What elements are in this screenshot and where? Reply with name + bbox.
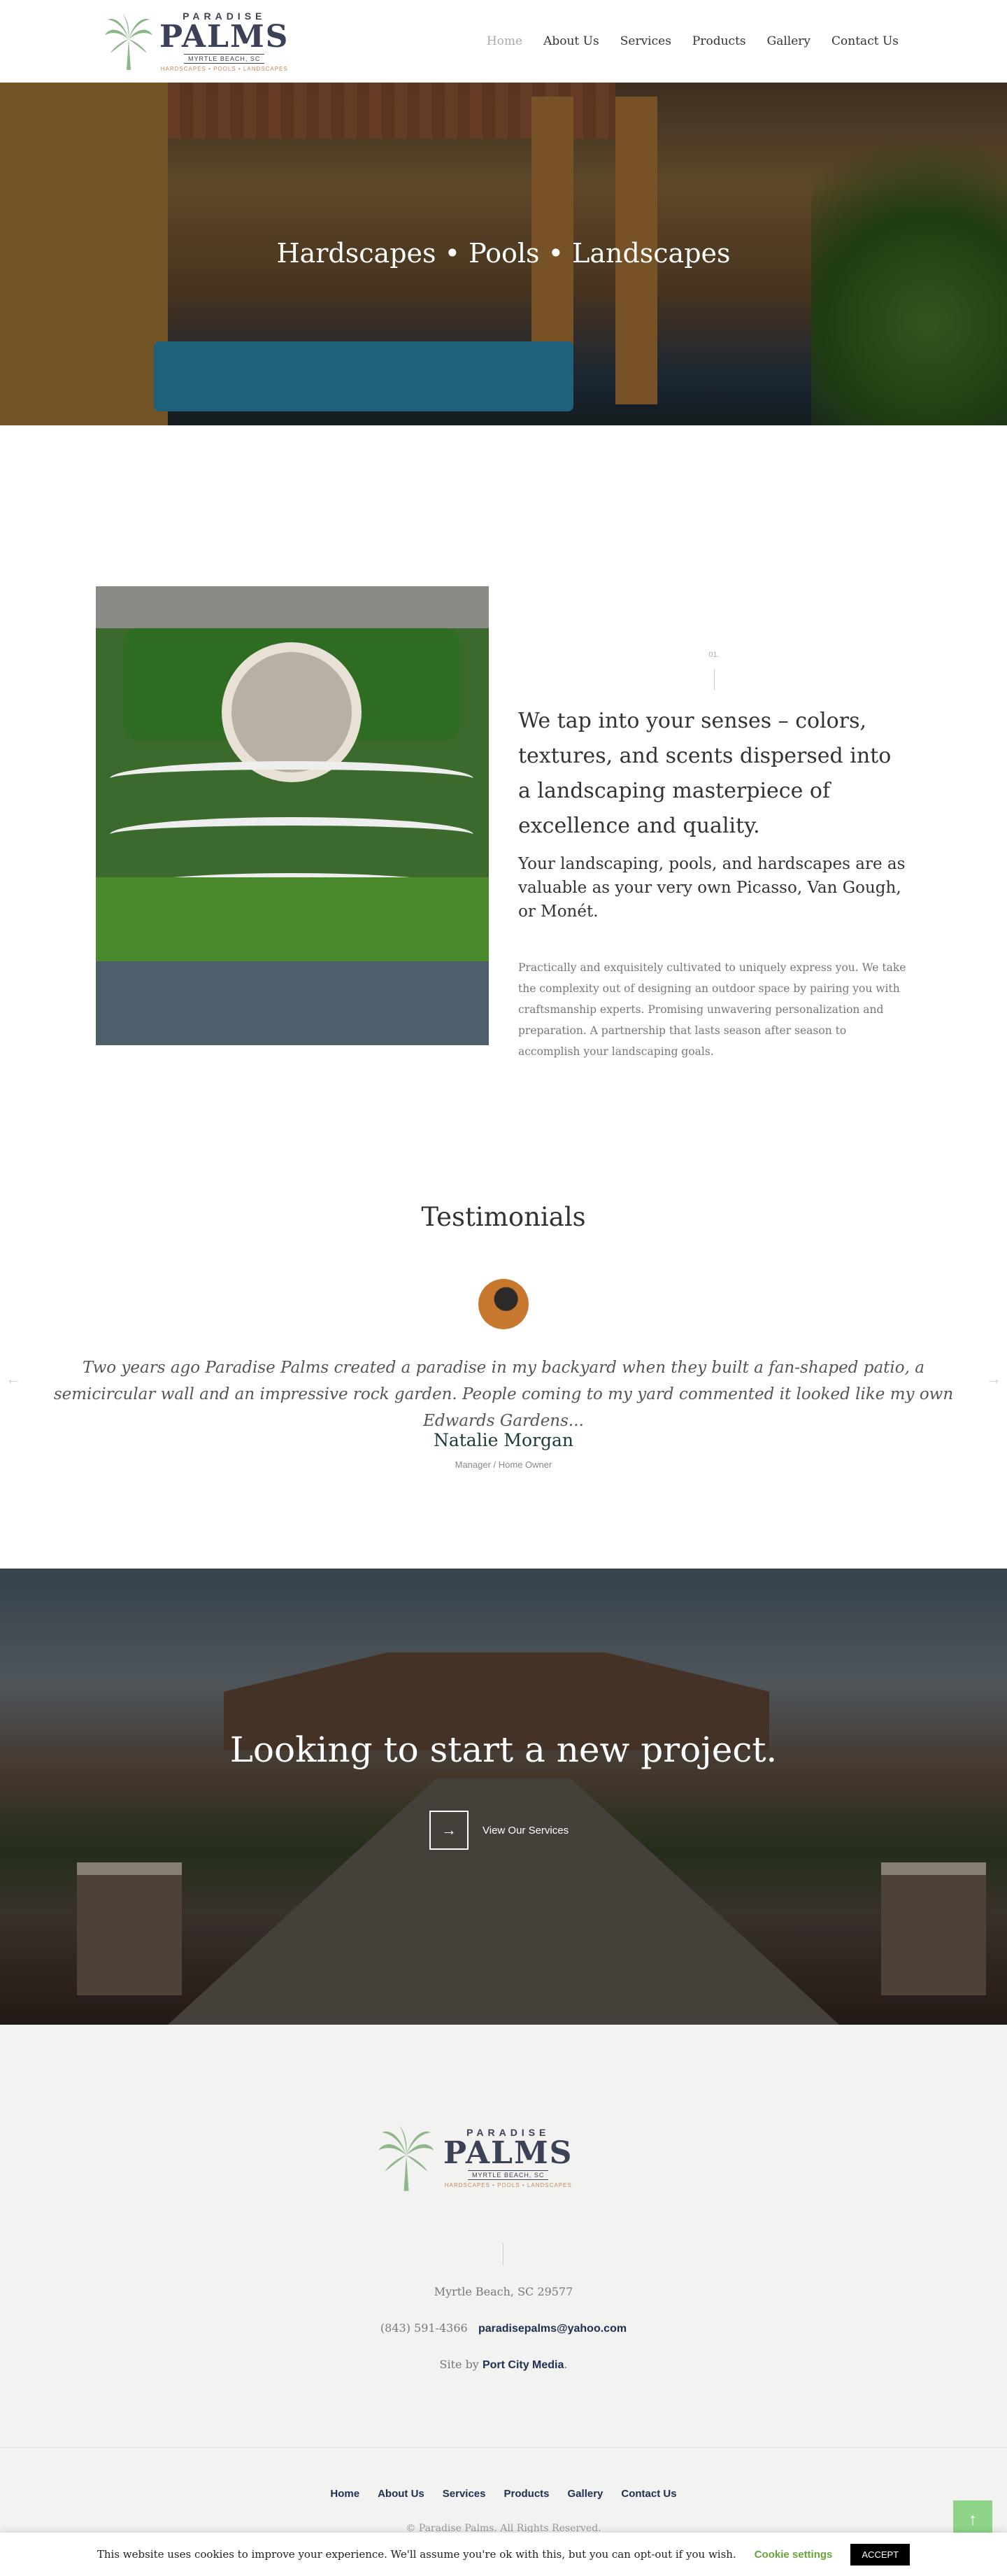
logo-location: MYRTLE BEACH, SC <box>468 2170 549 2180</box>
cookie-accept-button[interactable]: ACCEPT <box>850 2543 910 2566</box>
footer-logo[interactable]: PARADISE PALMS MYRTLE BEACH, SC HARDSCAP… <box>375 2123 573 2193</box>
section-divider <box>713 669 715 690</box>
about-lead: We tap into your senses – colors, textur… <box>518 709 892 838</box>
nav-about-us[interactable]: About Us <box>543 34 599 48</box>
logo-location: MYRTLE BEACH, SC <box>184 54 265 64</box>
site-header: PARADISE PALMS MYRTLE BEACH, SC HARDSCAP… <box>0 0 1007 83</box>
next-arrow-icon[interactable]: → <box>986 1370 1001 1388</box>
cta-banner: Looking to start a new project. → View O… <box>0 1569 1007 2025</box>
testimonial-author: Natalie Morgan <box>433 1430 574 1450</box>
about-section: 01. We tap into your senses – colors, te… <box>518 651 910 1062</box>
testimonial-role: Manager / Home Owner <box>455 1459 552 1470</box>
footer-nav-gallery[interactable]: Gallery <box>568 2488 604 2500</box>
nav-gallery[interactable]: Gallery <box>767 34 810 48</box>
footer-nav: Home About Us Services Products Gallery … <box>0 2488 1007 2500</box>
credit-link[interactable]: Port City Media <box>483 2359 564 2371</box>
site-logo[interactable]: PARADISE PALMS MYRTLE BEACH, SC HARDSCAP… <box>103 10 289 72</box>
arrow-right-icon: → <box>429 1811 469 1850</box>
footer-credit: Site by Port City Media. <box>0 2358 1007 2372</box>
about-subtext: Your landscaping, pools, and hardscapes … <box>518 855 906 921</box>
image-wall <box>110 761 473 796</box>
avatar <box>478 1279 529 1329</box>
footer-nav-contact-us[interactable]: Contact Us <box>621 2488 676 2500</box>
logo-tagline: HARDSCAPES • POOLS • LANDSCAPES <box>160 66 288 72</box>
cookie-message: This website uses cookies to improve you… <box>97 2548 736 2561</box>
footer-nav-about-us[interactable]: About Us <box>378 2488 424 2500</box>
section-number: 01. <box>708 651 720 659</box>
image-wall <box>110 817 473 852</box>
cookie-settings-link[interactable]: Cookie settings <box>755 2549 833 2561</box>
footer-email-link[interactable]: paradisepalms@yahoo.com <box>478 2323 627 2335</box>
footer-nav-products[interactable]: Products <box>504 2488 550 2500</box>
hero-title: Hardscapes • Pools • Landscapes <box>276 238 731 269</box>
testimonials-title: Testimonials <box>421 1202 586 1232</box>
credit-suffix: . <box>564 2358 568 2371</box>
logo-big-text: PALMS <box>159 19 290 55</box>
logo-tagline: HARDSCAPES • POOLS • LANDSCAPES <box>444 2182 572 2188</box>
footer-address: Myrtle Beach, SC 29577 <box>434 2285 573 2298</box>
cta-title: Looking to start a new project. <box>229 1729 778 1770</box>
nav-products[interactable]: Products <box>692 34 746 48</box>
credit-prefix: Site by <box>439 2358 479 2371</box>
view-services-label: View Our Services <box>483 1824 569 1837</box>
hero-banner: Hardscapes • Pools • Landscapes <box>0 83 1007 425</box>
view-services-button[interactable]: → View Our Services <box>429 1811 569 1850</box>
cookie-banner: This website uses cookies to improve you… <box>0 2533 1007 2576</box>
prev-arrow-icon[interactable]: ← <box>6 1370 21 1388</box>
testimonial-quote: Two years ago Paradise Palms created a p… <box>53 1359 954 1430</box>
nav-services[interactable]: Services <box>620 34 671 48</box>
nav-home[interactable]: Home <box>487 34 522 48</box>
footer-nav-services[interactable]: Services <box>443 2488 486 2500</box>
footer-phone: (843) 591-4366 <box>380 2321 468 2335</box>
cta-overlay <box>0 1569 1007 2025</box>
footer-nav-home[interactable]: Home <box>330 2488 359 2500</box>
image-grass <box>96 877 489 961</box>
footer-contact: (843) 591-4366 paradisepalms@yahoo.com <box>0 2321 1007 2335</box>
site-footer: PARADISE PALMS MYRTLE BEACH, SC HARDSCAP… <box>0 2025 1007 2576</box>
arrow-up-icon: ↑ <box>969 2510 977 2529</box>
nav-contact-us[interactable]: Contact Us <box>831 34 899 48</box>
logo-big-text: PALMS <box>443 2135 573 2171</box>
palm-tree-icon <box>105 13 152 70</box>
aerial-landscape-image <box>96 586 489 1045</box>
footer-separator <box>0 2447 1007 2448</box>
main-nav: Home About Us Services Products Gallery … <box>487 34 899 48</box>
palm-tree-icon <box>378 2124 434 2191</box>
image-gravel <box>96 586 489 628</box>
image-pool-deck <box>96 961 489 1045</box>
about-body: Practically and exquisitely cultivated t… <box>518 961 906 1058</box>
